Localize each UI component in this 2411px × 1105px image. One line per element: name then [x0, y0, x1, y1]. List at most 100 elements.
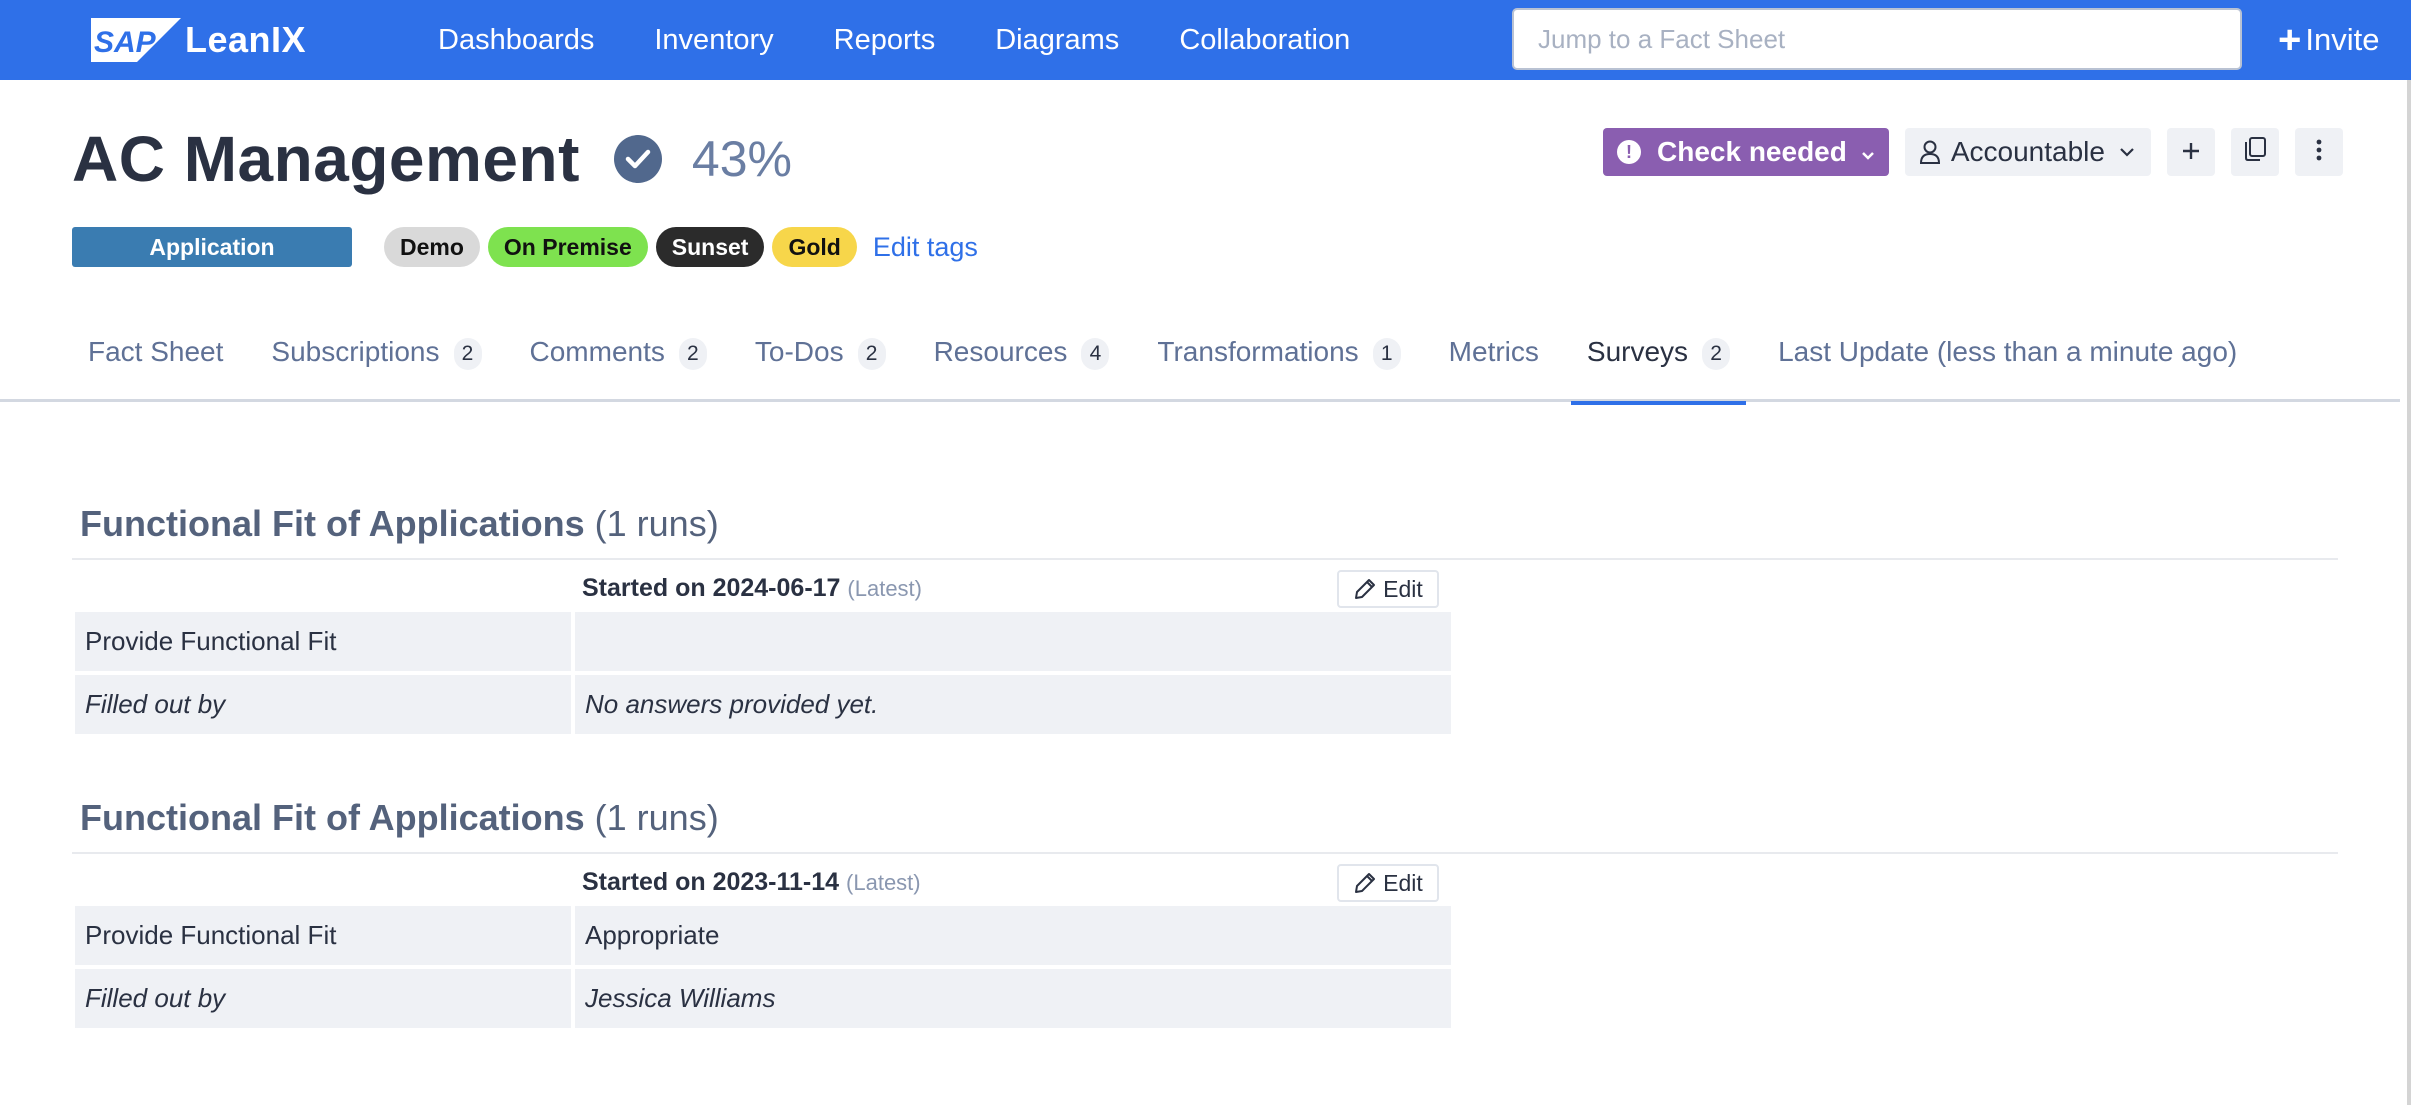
plus-icon: [2181, 136, 2201, 168]
tab-last-update-less-than-a-minute-ago[interactable]: Last Update (less than a minute ago): [1762, 320, 2253, 402]
page-title: AC Management: [72, 123, 580, 195]
tab-list: Fact Sheet Subscriptions 2 Comments 2 To-Dos 2…: [72, 320, 2269, 405]
survey-section: Functional Fit of Applications (1 runs) …: [72, 496, 2338, 738]
copy-icon: [2243, 136, 2267, 169]
tab-label: Resources: [933, 336, 1068, 367]
survey-section: Functional Fit of Applications (1 runs) …: [72, 790, 2338, 1032]
factsheet-header: AC Management 43%: [72, 122, 792, 196]
top-navigation-bar: SAP LeanIX Dashboards Inventory Reports …: [0, 0, 2411, 80]
nav-reports[interactable]: Reports: [834, 24, 936, 57]
survey-run-header: Started on 2023-11-14 (Latest) Edit: [72, 854, 1452, 906]
survey-run-header: Started on 2024-06-17 (Latest) Edit: [72, 560, 1452, 612]
survey-row: Filled out by No answers provided yet.: [75, 675, 2338, 734]
run-date-label: Started on 2023-11-14: [582, 868, 840, 896]
tab-metrics[interactable]: Metrics: [1433, 320, 1555, 402]
tab-label: Fact Sheet: [88, 336, 224, 367]
role-label: Accountable: [1950, 136, 2105, 167]
user-icon: [1919, 139, 1941, 165]
sap-logo-icon: SAP: [91, 18, 181, 62]
tag-on-premise[interactable]: On Premise: [487, 227, 648, 267]
survey-run-count: (1 runs): [594, 503, 719, 544]
factsheet-tabs: Fact Sheet Subscriptions 2 Comments 2 To-Dos 2…: [0, 320, 2400, 405]
nav-inventory[interactable]: Inventory: [654, 24, 773, 57]
more-options-button[interactable]: [2294, 128, 2343, 176]
nav-dashboards[interactable]: Dashboards: [438, 24, 594, 57]
answer-cell: [575, 612, 1451, 671]
survey-row: Filled out by Jessica Williams: [75, 969, 2338, 1028]
add-button[interactable]: [2166, 128, 2215, 176]
tab-count-badge: 4: [1081, 338, 1110, 370]
brand-name: LeanIX: [185, 19, 307, 60]
svg-text:SAP: SAP: [94, 26, 157, 59]
run-date-label: Started on 2024-06-17: [582, 574, 841, 602]
tag-row: Application Demo On Premise Sunset Gold …: [72, 226, 978, 268]
tab-label: Surveys: [1586, 336, 1689, 367]
edit-survey-button[interactable]: Edit: [1337, 570, 1439, 608]
tab-label: Comments: [529, 336, 665, 367]
tab-subscriptions[interactable]: Subscriptions 2: [255, 320, 497, 402]
survey-name: Functional Fit of Applications: [80, 503, 585, 544]
question-cell: Provide Functional Fit: [75, 612, 571, 671]
run-start-date: Started on 2024-06-17 (Latest): [582, 574, 922, 603]
tag-gold[interactable]: Gold: [772, 227, 857, 267]
survey-name: Functional Fit of Applications: [80, 797, 585, 838]
question-cell: Provide Functional Fit: [75, 906, 571, 965]
tab-surveys[interactable]: Surveys 2: [1570, 320, 1747, 405]
edit-label: Edit: [1383, 575, 1423, 602]
nav-diagrams[interactable]: Diagrams: [995, 24, 1119, 57]
tab-count-badge: 1: [1372, 338, 1401, 370]
tab-label: Last Update (less than a minute ago): [1778, 336, 2238, 367]
answer-cell: No answers provided yet.: [575, 675, 1451, 734]
tag-demo[interactable]: Demo: [384, 227, 480, 267]
survey-title: Functional Fit of Applications (1 runs): [72, 496, 2338, 552]
tab-count-badge: 2: [857, 338, 886, 370]
copy-button[interactable]: [2230, 128, 2279, 176]
edit-tags-link[interactable]: Edit tags: [873, 232, 978, 263]
main-nav: Dashboards Inventory Reports Diagrams Co…: [438, 0, 1410, 80]
tag-sunset[interactable]: Sunset: [655, 227, 765, 267]
run-latest-badge: (Latest): [847, 576, 922, 601]
invite-button[interactable]: + Invite: [2278, 0, 2379, 80]
chevron-down-icon: [1861, 136, 1875, 168]
survey-row: Provide Functional Fit: [75, 612, 2338, 671]
survey-row: Provide Functional Fit Appropriate: [75, 906, 2338, 965]
nav-collaboration[interactable]: Collaboration: [1179, 24, 1350, 57]
tab-label: Metrics: [1448, 336, 1539, 367]
run-latest-badge: (Latest): [846, 870, 921, 895]
plus-icon: +: [2278, 18, 2302, 62]
factsheet-search-input[interactable]: [1512, 8, 2242, 70]
answer-cell: Jessica Williams: [575, 969, 1451, 1028]
edit-label: Edit: [1383, 869, 1423, 896]
pencil-icon: [1355, 873, 1376, 893]
tab-count-badge: 2: [1702, 338, 1731, 370]
question-cell: Filled out by: [75, 675, 571, 734]
exclamation-icon: !: [1617, 140, 1641, 164]
tab-resources[interactable]: Resources 4: [918, 320, 1126, 402]
run-start-date: Started on 2023-11-14 (Latest): [582, 868, 921, 897]
tab-comments[interactable]: Comments 2: [514, 320, 723, 402]
check-circle-icon[interactable]: [613, 135, 662, 183]
role-dropdown[interactable]: Accountable: [1904, 128, 2151, 176]
tab-label: Subscriptions: [271, 336, 440, 367]
more-vertical-icon: [2316, 136, 2322, 168]
edit-survey-button[interactable]: Edit: [1337, 864, 1439, 902]
chevron-down-icon: [2119, 147, 2135, 157]
tab-to-dos[interactable]: To-Dos 2: [739, 320, 902, 402]
invite-label: Invite: [2305, 22, 2380, 57]
quality-state-dropdown[interactable]: ! Check needed: [1603, 128, 1889, 176]
tab-fact-sheet[interactable]: Fact Sheet: [72, 320, 239, 402]
answer-cell: Appropriate: [575, 906, 1451, 965]
pencil-icon: [1355, 579, 1376, 599]
tab-count-badge: 2: [678, 338, 707, 370]
vertical-scrollbar[interactable]: [2407, 80, 2411, 1105]
question-cell: Filled out by: [75, 969, 571, 1028]
tab-label: To-Dos: [754, 336, 844, 367]
tab-transformations[interactable]: Transformations 1: [1141, 320, 1416, 402]
tab-count-badge: 2: [453, 338, 482, 370]
factsheet-actions: ! Check needed Accountable: [1603, 128, 2359, 176]
survey-title: Functional Fit of Applications (1 runs): [72, 790, 2338, 846]
factsheet-type-badge: Application: [72, 227, 352, 267]
tab-label: Transformations: [1157, 336, 1359, 367]
sap-leanix-logo[interactable]: SAP LeanIX: [91, 18, 306, 62]
completion-score[interactable]: 43%: [692, 130, 792, 188]
